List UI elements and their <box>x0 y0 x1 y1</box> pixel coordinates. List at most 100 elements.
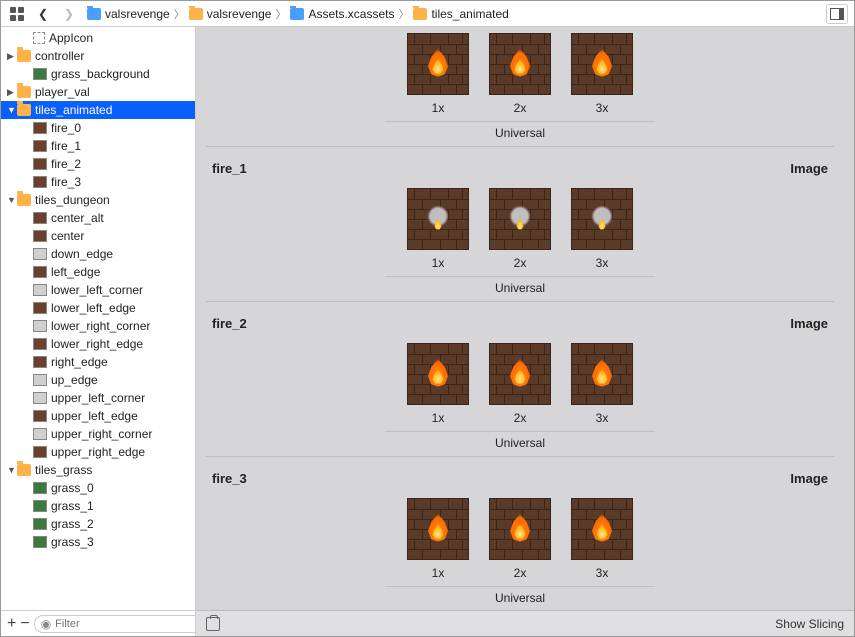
tree-row-label: fire_0 <box>51 121 81 135</box>
breadcrumb-item[interactable]: valsrevenge <box>85 7 172 21</box>
tree-row[interactable]: ▼tiles_grass <box>1 461 195 479</box>
folder-icon <box>413 8 427 20</box>
tree-row[interactable]: lower_right_edge <box>1 335 195 353</box>
image-well[interactable]: 2x <box>486 188 554 270</box>
tree-row[interactable]: lower_left_edge <box>1 299 195 317</box>
remove-button[interactable]: − <box>20 615 29 633</box>
image-well[interactable]: 3x <box>568 188 636 270</box>
tree-row[interactable]: fire_1 <box>1 137 195 155</box>
tree-row-label: down_edge <box>51 247 113 261</box>
tree-row[interactable]: grass_0 <box>1 479 195 497</box>
scale-label: 1x <box>432 256 445 270</box>
flame-icon <box>590 514 614 542</box>
tree-row[interactable]: center <box>1 227 195 245</box>
nav-back-button[interactable]: ❮ <box>33 4 53 24</box>
tree-row[interactable]: upper_left_edge <box>1 407 195 425</box>
image-well[interactable]: 2x <box>486 498 554 580</box>
imageset-icon <box>33 176 47 188</box>
imageset-icon <box>33 392 47 404</box>
tree-row[interactable]: up_edge <box>1 371 195 389</box>
add-button[interactable]: + <box>7 615 16 633</box>
disclosure-triangle[interactable]: ▼ <box>7 465 17 475</box>
tree-row-label: lower_right_corner <box>51 319 150 333</box>
image-well[interactable]: 1x <box>404 498 472 580</box>
filter-field[interactable]: ◉ <box>34 615 196 633</box>
disclosure-triangle[interactable]: ▼ <box>7 105 17 115</box>
imageset-icon <box>33 482 47 494</box>
filter-icon: ◉ <box>41 617 51 631</box>
tree-row[interactable]: upper_right_corner <box>1 425 195 443</box>
imageset-type-label: Image <box>790 471 828 486</box>
disclosure-triangle[interactable]: ▼ <box>7 195 17 205</box>
tree-row-label: controller <box>35 49 84 63</box>
tree-row[interactable]: grass_background <box>1 65 195 83</box>
tree-row-label: fire_1 <box>51 139 81 153</box>
image-well[interactable]: 1x <box>404 33 472 115</box>
tree-row[interactable]: AppIcon <box>1 29 195 47</box>
asset-tree[interactable]: AppIcon ▶ controller grass_background▶playe… <box>1 27 195 610</box>
scale-label: 1x <box>432 411 445 425</box>
image-well[interactable]: 2x <box>486 33 554 115</box>
image-well[interactable]: 1x <box>404 343 472 425</box>
tree-row[interactable]: left_edge <box>1 263 195 281</box>
imageset-icon <box>33 500 47 512</box>
breadcrumb: valsrevenge〉valsrevenge〉Assets.xcassets〉… <box>85 6 820 22</box>
clipboard-icon[interactable] <box>206 617 220 631</box>
breadcrumb-label: valsrevenge <box>207 7 272 21</box>
tree-row[interactable]: right_edge <box>1 353 195 371</box>
scale-label: 2x <box>514 566 527 580</box>
tree-row[interactable]: ▶ controller <box>1 47 195 65</box>
image-well[interactable]: 3x <box>568 343 636 425</box>
disclosure-triangle[interactable]: ▶ <box>7 51 17 62</box>
breadcrumb-separator: 〉 <box>275 6 286 22</box>
breadcrumb-item[interactable]: valsrevenge <box>187 7 274 21</box>
disclosure-triangle[interactable]: ▶ <box>7 87 17 98</box>
content-footer: Show Slicing <box>196 610 854 636</box>
nav-forward-button[interactable]: ❯ <box>59 4 79 24</box>
grid-view-button[interactable] <box>7 4 27 24</box>
tree-row[interactable]: center_alt <box>1 209 195 227</box>
asset-scroll[interactable]: Image1x2x3xUniversalfire_1Image1x2x3xUni… <box>196 27 854 610</box>
scale-label: 3x <box>596 256 609 270</box>
tree-row[interactable]: ▼tiles_animated <box>1 101 195 119</box>
tree-row[interactable]: grass_1 <box>1 497 195 515</box>
scale-label: 2x <box>514 101 527 115</box>
tree-row[interactable]: ▼tiles_dungeon <box>1 191 195 209</box>
tree-row-label: upper_right_edge <box>51 445 145 459</box>
tree-row[interactable]: fire_3 <box>1 173 195 191</box>
image-well[interactable]: 3x <box>568 498 636 580</box>
tree-row[interactable]: grass_3 <box>1 533 195 551</box>
image-well[interactable]: 3x <box>568 33 636 115</box>
show-slicing-button[interactable]: Show Slicing <box>775 617 844 631</box>
tree-row[interactable]: grass_2 <box>1 515 195 533</box>
imageset-icon <box>33 68 47 80</box>
imageset-icon <box>33 428 47 440</box>
imageset-icon <box>33 284 47 296</box>
image-well[interactable]: 2x <box>486 343 554 425</box>
tree-row[interactable]: upper_right_edge <box>1 443 195 461</box>
imageset-title: fire_3 <box>212 471 247 486</box>
breadcrumb-item[interactable]: Assets.xcassets <box>288 7 396 21</box>
image-well[interactable]: 1x <box>404 188 472 270</box>
tree-row[interactable]: fire_0 <box>1 119 195 137</box>
flame-icon <box>590 49 614 77</box>
scale-wells: 1x 2x3x <box>206 343 834 425</box>
filter-input[interactable] <box>55 618 196 630</box>
flame-icon <box>590 359 614 387</box>
tree-row[interactable]: lower_right_corner <box>1 317 195 335</box>
tree-row[interactable]: ▶player_val <box>1 83 195 101</box>
tree-row[interactable]: lower_left_corner <box>1 281 195 299</box>
toggle-inspector-button[interactable] <box>826 4 848 24</box>
tree-row[interactable]: upper_left_corner <box>1 389 195 407</box>
appicon-icon <box>33 32 45 44</box>
tree-row[interactable]: down_edge <box>1 245 195 263</box>
tree-row[interactable]: fire_2 <box>1 155 195 173</box>
flame-icon <box>508 359 532 387</box>
folder-icon <box>17 464 31 476</box>
breadcrumb-item[interactable]: tiles_animated <box>411 7 510 21</box>
imageset-icon <box>33 302 47 314</box>
imageset-type-label: Image <box>790 316 828 331</box>
folder-icon <box>17 50 31 62</box>
imageset-icon <box>33 536 47 548</box>
imageset-title: fire_1 <box>212 161 247 176</box>
